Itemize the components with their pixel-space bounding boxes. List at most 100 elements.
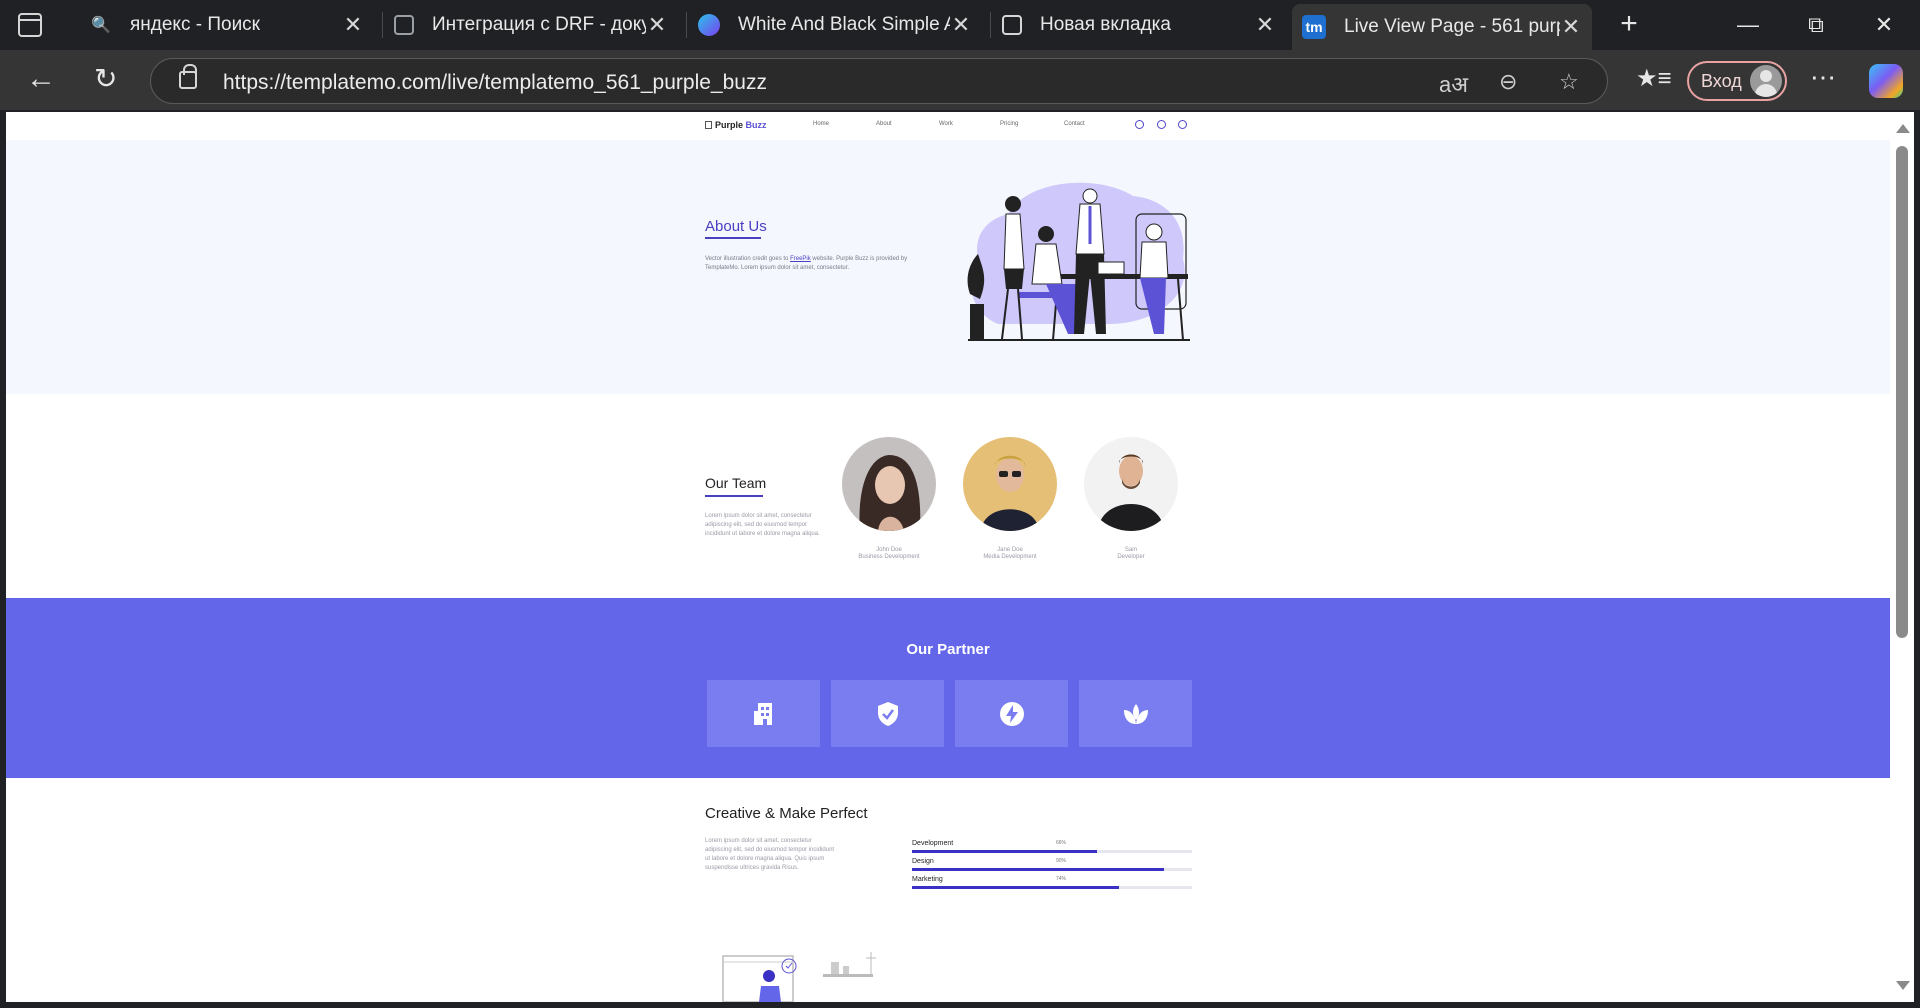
- member-role: Business Development: [858, 554, 920, 560]
- favorites-icon[interactable]: ★≡: [1636, 64, 1672, 93]
- nav-home[interactable]: Home: [813, 121, 829, 127]
- skill-percent: 90%: [1056, 858, 1067, 864]
- site-logo[interactable]: Purple Buzz: [705, 120, 767, 130]
- member-role: Media Development: [983, 554, 1037, 560]
- browser-toolbar: ← ↻ https://templatemo.com/live/template…: [0, 50, 1920, 110]
- skill-track: [912, 850, 1192, 853]
- freepik-link[interactable]: FreePik: [790, 256, 811, 262]
- team-member: John Doe Business Development: [841, 437, 937, 560]
- user-icon[interactable]: [1178, 120, 1187, 129]
- site-navbar: Purple Buzz Home About Work Pricing Cont…: [6, 112, 1890, 140]
- partner-card[interactable]: [1079, 680, 1192, 747]
- close-icon[interactable]: ✕: [342, 12, 364, 38]
- partner-title: Our Partner: [906, 641, 990, 658]
- scroll-up-icon[interactable]: [1896, 124, 1910, 133]
- tab-title: Новая вкладка: [1040, 14, 1171, 35]
- partner-section: Our Partner: [6, 598, 1890, 778]
- favorite-star-icon[interactable]: ☆: [1559, 69, 1579, 95]
- tab-canva[interactable]: White And Black Simple Aesthetic ✕: [686, 6, 982, 44]
- address-bar[interactable]: https://templatemo.com/live/templatemo_5…: [150, 58, 1608, 104]
- member-name: John Doe: [876, 547, 902, 553]
- partner-card[interactable]: [707, 680, 820, 747]
- skill-track: [912, 868, 1192, 871]
- skill-item: Design 90%: [912, 858, 1192, 871]
- skill-fill: [912, 886, 1120, 889]
- lock-icon[interactable]: [179, 64, 197, 89]
- logo-icon: [705, 121, 712, 129]
- skill-item: Development 66%: [912, 840, 1192, 853]
- creative-text: Lorem ipsum dolor sit amet, consectetur …: [705, 838, 835, 871]
- avatar-icon: [1750, 65, 1782, 97]
- cart-icon[interactable]: [1157, 120, 1166, 129]
- member-role: Developer: [1117, 554, 1145, 560]
- canva-icon: [698, 14, 720, 36]
- copilot-icon[interactable]: [1869, 64, 1903, 98]
- nav-about[interactable]: About: [876, 121, 892, 127]
- about-section: About Us Vector illustration credit goes…: [6, 140, 1890, 394]
- tab-live-view[interactable]: tm Live View Page - 561 purple buzz ✕: [1292, 4, 1592, 50]
- lotus-icon: [1123, 703, 1148, 724]
- team-text: Lorem ipsum dolor sit amet, consectetur …: [705, 513, 820, 537]
- member-name: Sam: [1124, 547, 1138, 553]
- skill-item: Marketing 74%: [912, 876, 1192, 889]
- close-icon[interactable]: ✕: [950, 12, 972, 38]
- tab-title: Live View Page - 561 purple buzz: [1344, 16, 1560, 37]
- nav-pricing[interactable]: Pricing: [1000, 121, 1018, 127]
- about-illustration: [967, 182, 1190, 341]
- logo-text: Purple: [715, 120, 744, 130]
- skill-label: Marketing: [912, 876, 943, 883]
- member-name: Jane Doe: [997, 547, 1023, 553]
- tab-title: яндекс - Поиск: [130, 14, 260, 35]
- new-tab-button[interactable]: +: [1614, 8, 1644, 42]
- more-icon[interactable]: ⋯: [1810, 62, 1836, 93]
- skill-label: Development: [912, 840, 954, 847]
- lightning-icon: [999, 701, 1024, 726]
- member-photo: [963, 437, 1057, 531]
- sidebar-toggle-icon[interactable]: [18, 13, 42, 37]
- address-url[interactable]: https://templatemo.com/live/templatemo_5…: [223, 71, 767, 95]
- tab-yandex[interactable]: 🔍 яндекс - Поиск ✕: [78, 6, 374, 44]
- about-text: Vector illustration credit goes to FreeP…: [705, 256, 908, 271]
- doc-icon: [394, 15, 414, 35]
- team-underline: [705, 495, 763, 497]
- page-scrollbar[interactable]: [1890, 112, 1914, 1002]
- nav-work[interactable]: Work: [939, 121, 953, 127]
- translate-icon[interactable]: aअ: [1439, 69, 1468, 99]
- partner-card[interactable]: [955, 680, 1068, 747]
- nav-contact[interactable]: Contact: [1064, 121, 1085, 127]
- signin-button[interactable]: Вход: [1687, 61, 1787, 101]
- bell-icon[interactable]: [1135, 120, 1144, 129]
- refresh-icon[interactable]: ↻: [94, 62, 117, 95]
- new-tab-icon: [1002, 15, 1022, 35]
- tab-title: Интеграция с DRF - документация: [432, 14, 646, 35]
- close-icon[interactable]: ✕: [1560, 14, 1582, 40]
- search-icon: 🔍: [91, 17, 111, 34]
- team-member: Jane Doe Media Development: [962, 437, 1058, 560]
- creative-title: Creative & Make Perfect: [705, 805, 868, 822]
- close-icon[interactable]: ✕: [1254, 12, 1276, 38]
- team-member: Sam Developer: [1083, 437, 1179, 560]
- back-icon[interactable]: ←: [26, 62, 56, 96]
- skill-percent: 74%: [1056, 876, 1067, 882]
- member-photo: [1084, 437, 1178, 531]
- building-icon: [753, 702, 772, 725]
- restore-button[interactable]: ⧉: [1796, 8, 1836, 42]
- team-title: Our Team: [705, 475, 767, 491]
- partner-card[interactable]: [831, 680, 944, 747]
- zoom-out-icon[interactable]: ⊖: [1499, 69, 1517, 95]
- tab-title: White And Black Simple Aesthetic: [738, 14, 950, 35]
- shield-check-icon: [877, 701, 898, 726]
- page-viewport: Purple Buzz Home About Work Pricing Cont…: [6, 112, 1890, 1002]
- tab-drf-docs[interactable]: Интеграция с DRF - документация ✕: [382, 6, 678, 44]
- scroll-down-icon[interactable]: [1896, 981, 1910, 990]
- skill-percent: 66%: [1056, 840, 1067, 846]
- member-photo: [842, 437, 936, 531]
- scroll-thumb[interactable]: [1896, 146, 1908, 638]
- bottom-illustration: [722, 952, 876, 1002]
- minimize-button[interactable]: —: [1728, 8, 1768, 42]
- tab-new-tab[interactable]: Новая вкладка ✕: [990, 6, 1286, 44]
- about-title: About Us: [705, 218, 767, 235]
- tm-icon: tm: [1302, 15, 1326, 39]
- close-icon[interactable]: ✕: [646, 12, 668, 38]
- close-window-button[interactable]: ✕: [1864, 8, 1904, 42]
